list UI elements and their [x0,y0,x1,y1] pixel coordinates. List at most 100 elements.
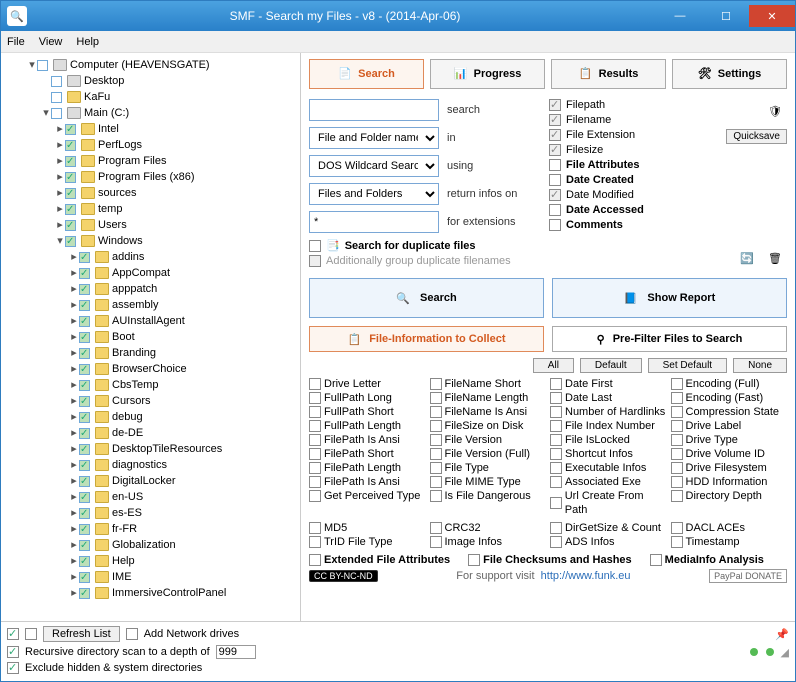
tree-check[interactable] [79,284,90,295]
preset-none[interactable]: None [733,358,787,373]
info-check[interactable] [550,536,562,548]
preset-default[interactable]: Default [580,358,642,373]
chk-datea[interactable] [549,204,561,216]
tree-check[interactable] [65,236,76,247]
tab-results[interactable]: 📋Results [551,59,666,89]
minimize-button[interactable]: — [657,5,703,27]
tree-check[interactable] [65,156,76,167]
tree-main[interactable]: Main (C:) [84,105,129,121]
info-check[interactable] [550,434,562,446]
tree-check[interactable] [79,492,90,503]
chk-filename[interactable] [549,114,561,126]
tree-check[interactable] [79,540,90,551]
preset-all[interactable]: All [533,358,574,373]
tree-check[interactable] [79,348,90,359]
info-check[interactable] [671,536,683,548]
info-check[interactable] [430,490,442,502]
info-check[interactable] [671,448,683,460]
tree-check[interactable] [79,380,90,391]
info-check[interactable] [550,448,562,460]
using-select[interactable]: DOS Wildcard Search [309,155,439,177]
preset-setdefault[interactable]: Set Default [648,358,727,373]
chk-addnet[interactable] [126,628,138,640]
chk-fch[interactable] [468,554,480,566]
info-check[interactable] [550,497,562,509]
info-check[interactable] [430,420,442,432]
chk-filepath[interactable] [549,99,561,111]
tree-item[interactable]: AppCompat [112,265,170,281]
info-check[interactable] [430,448,442,460]
info-check[interactable] [309,522,321,534]
info-check[interactable] [430,462,442,474]
chk-comments[interactable] [549,219,561,231]
chk-datec[interactable] [549,174,561,186]
info-check[interactable] [550,392,562,404]
tree-check[interactable] [65,204,76,215]
shield-icon[interactable]: 🛡 [763,99,787,123]
quicksave-button[interactable]: Quicksave [726,129,787,144]
tree-item[interactable]: sources [98,185,137,201]
show-report-button[interactable]: 📘Show Report [552,278,787,318]
tree-item[interactable]: assembly [112,297,158,313]
maximize-button[interactable]: ☐ [703,5,749,27]
info-check[interactable] [430,434,442,446]
tree-check[interactable] [65,124,76,135]
tree-item[interactable]: Users [98,217,127,233]
tree-check[interactable] [79,524,90,535]
tree-check[interactable] [79,428,90,439]
return-select[interactable]: Files and Folders [309,183,439,205]
info-check[interactable] [430,476,442,488]
tree-item[interactable]: de-DE [112,425,143,441]
info-check[interactable] [309,462,321,474]
info-check[interactable] [550,476,562,488]
support-link[interactable]: http://www.funk.eu [541,570,631,582]
info-check[interactable] [309,406,321,418]
tree-item[interactable]: BrowserChoice [112,361,187,377]
tree-check[interactable] [79,476,90,487]
info-check[interactable] [309,378,321,390]
tree-item[interactable]: PerfLogs [98,137,142,153]
tree-item[interactable]: Program Files (x86) [98,169,195,185]
tab-progress[interactable]: 📊Progress [430,59,545,89]
tree-check[interactable] [79,444,90,455]
close-button[interactable]: ✕ [749,5,795,27]
info-check[interactable] [309,536,321,548]
tree-item[interactable]: DesktopTileResources [112,441,222,457]
tree-check[interactable] [65,140,76,151]
trash-icon[interactable]: 🗑 [763,246,787,270]
tree-check[interactable] [79,332,90,343]
section-prefilter[interactable]: ⚲Pre-Filter Files to Search [552,326,787,352]
info-check[interactable] [430,522,442,534]
tree-check[interactable] [65,220,76,231]
info-check[interactable] [671,378,683,390]
tab-search[interactable]: 📄Search [309,59,424,89]
tree-check[interactable] [79,508,90,519]
tree-item[interactable]: diagnostics [112,457,167,473]
tree-item[interactable]: AUInstallAgent [112,313,185,329]
tree-check[interactable] [79,460,90,471]
tab-settings[interactable]: 🛠Settings [672,59,787,89]
tree-item[interactable]: ImmersiveControlPanel [112,585,226,601]
info-check[interactable] [309,490,321,502]
tree-item[interactable]: CbsTemp [112,377,158,393]
tree-item[interactable]: apppatch [112,281,157,297]
chk-mia[interactable] [650,554,662,566]
tree-check[interactable] [65,188,76,199]
info-check[interactable] [671,406,683,418]
dup-checkbox[interactable] [309,240,321,252]
tree-item[interactable]: Cursors [112,393,151,409]
info-check[interactable] [671,490,683,502]
tree-check[interactable] [79,268,90,279]
tree-check[interactable] [79,364,90,375]
tree-item[interactable]: IME [112,569,132,585]
tree-kafu[interactable]: KaFu [84,89,110,105]
info-check[interactable] [550,406,562,418]
menu-view[interactable]: View [39,36,63,48]
tree-item[interactable]: Boot [112,329,135,345]
pin-icon[interactable]: 📌 [775,628,789,641]
info-check[interactable] [430,378,442,390]
info-check[interactable] [671,420,683,432]
tree-item[interactable]: es-ES [112,505,142,521]
in-select[interactable]: File and Folder names [309,127,439,149]
tree-item[interactable]: en-US [112,489,143,505]
